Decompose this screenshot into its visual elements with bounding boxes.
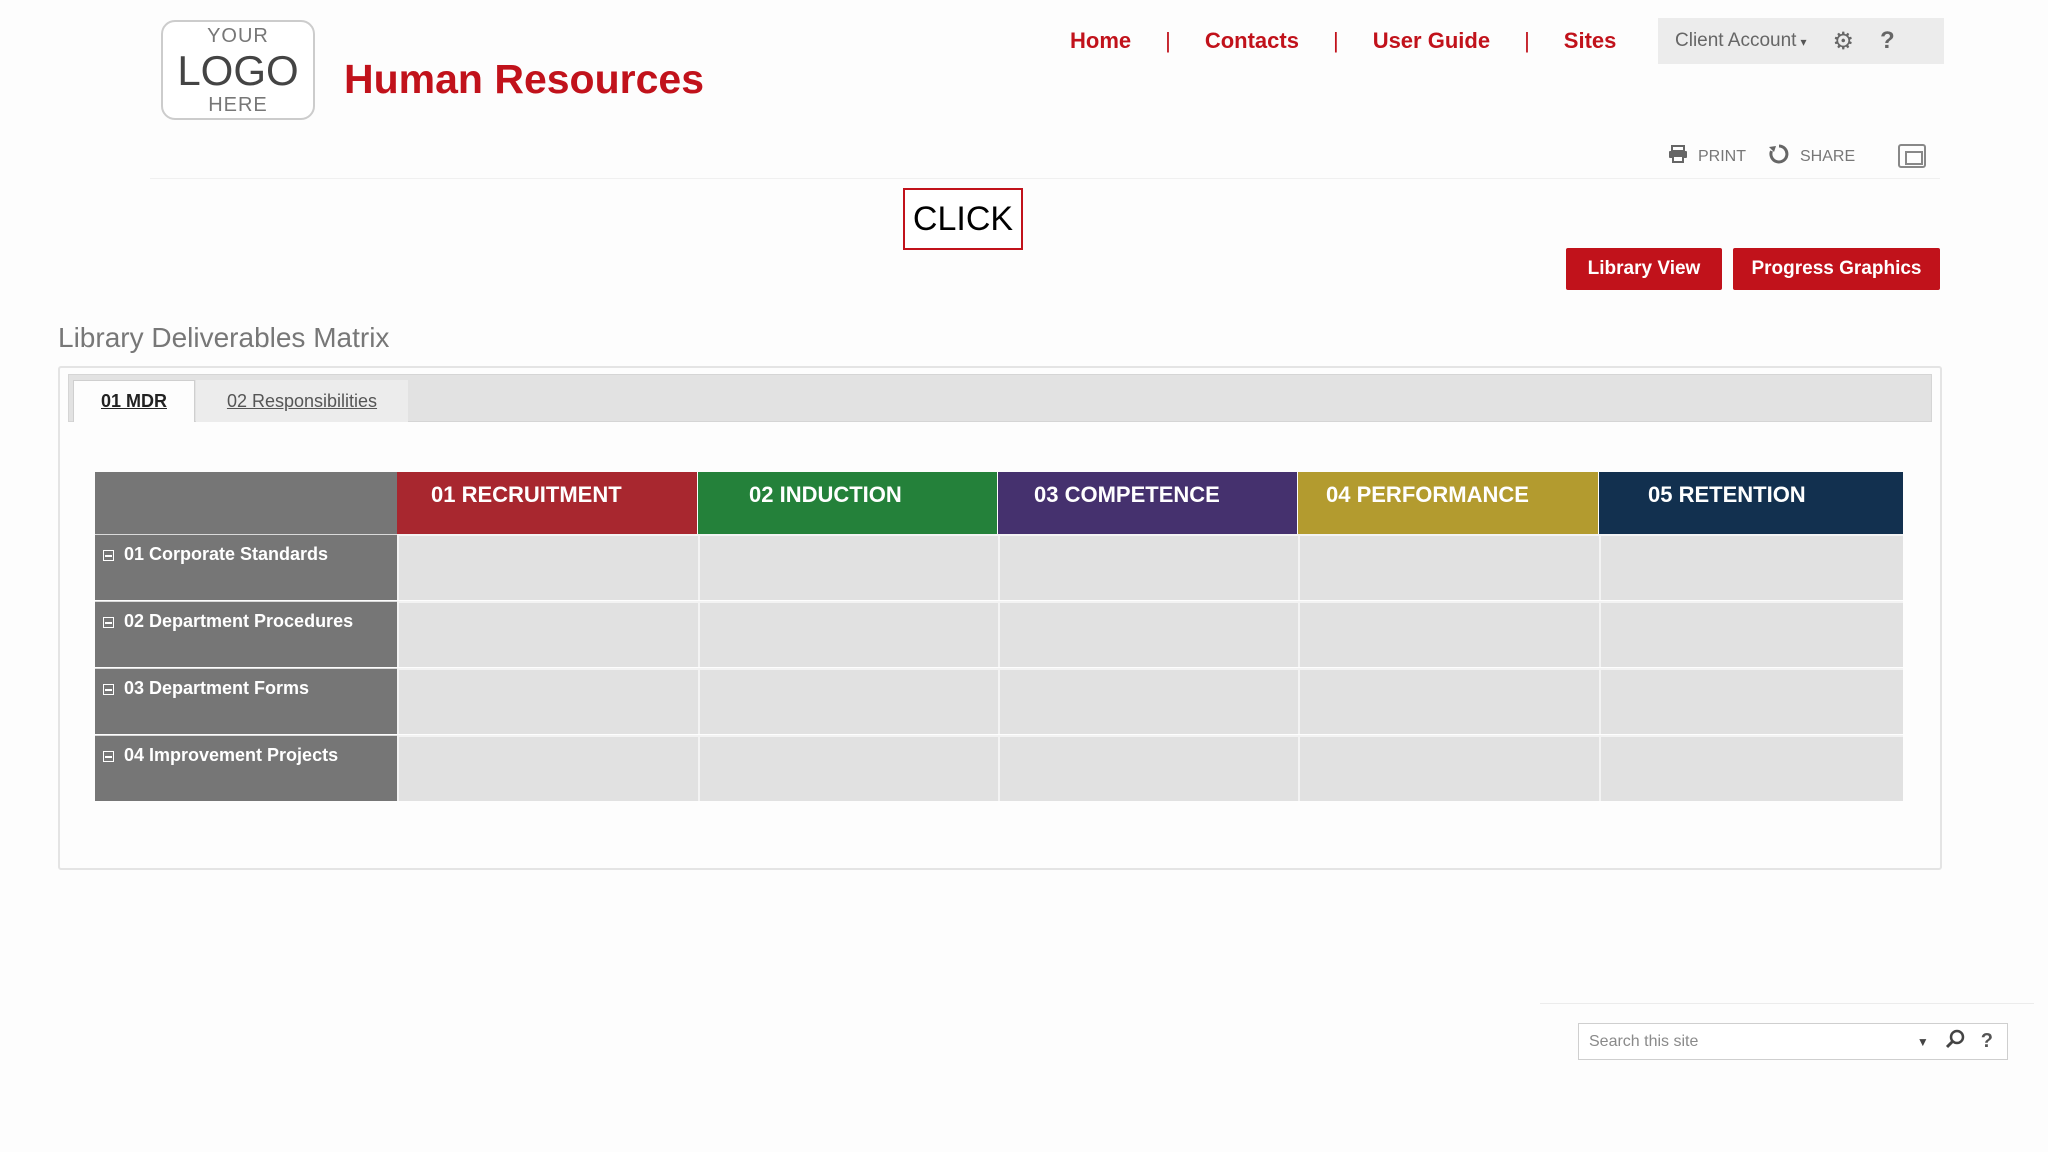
nav-home-link[interactable]: Home [1070,28,1131,54]
row-label: 03 Department Forms [124,678,310,698]
matrix-cell[interactable] [397,534,698,600]
matrix-cell[interactable] [1599,735,1903,801]
matrix-cell[interactable] [1298,668,1599,734]
progress-graphics-button[interactable]: Progress Graphics [1733,248,1940,290]
printer-icon [1668,145,1688,169]
site-logo[interactable]: YOUR LOGO HERE [161,20,315,120]
help-icon[interactable]: ? [1880,27,1895,55]
matrix-cell[interactable] [1298,601,1599,667]
column-header-competence[interactable]: 03 COMPETENCE [998,472,1297,534]
collapse-icon[interactable] [103,684,114,695]
focus-mode-icon[interactable] [1898,144,1926,168]
print-button[interactable]: PRINT [1668,145,1746,169]
top-navigation: Home | Contacts | User Guide | Sites [1070,26,1616,56]
nav-contacts-link[interactable]: Contacts [1205,28,1299,54]
tab-02-responsibilities[interactable]: 02 Responsibilities [196,380,408,422]
print-label: PRINT [1698,148,1746,165]
search-icon[interactable] [1945,1029,1965,1055]
matrix-cell[interactable] [998,668,1298,734]
share-icon [1768,143,1790,171]
column-header-recruitment[interactable]: 01 RECRUITMENT [397,472,697,534]
nav-separator: | [1332,28,1339,53]
matrix-cell[interactable] [397,668,698,734]
site-title: Human Resources [344,56,705,102]
column-header-induction[interactable]: 02 INDUCTION [698,472,997,534]
matrix-cell[interactable] [1298,735,1599,801]
matrix-corner-cell [95,472,397,534]
search-scope-dropdown-icon[interactable]: ▼ [1917,1035,1929,1049]
matrix-cell[interactable] [397,735,698,801]
matrix-body [397,534,1903,802]
share-button[interactable]: SHARE [1768,143,1856,171]
nav-user-guide-link[interactable]: User Guide [1373,28,1490,54]
search-input[interactable] [1587,1031,1891,1052]
search-help-icon[interactable]: ? [1981,1030,1993,1053]
collapse-icon[interactable] [103,751,114,762]
logo-line-2: LOGO [177,46,299,94]
gear-icon[interactable]: ⚙ [1833,27,1855,56]
client-account-menu[interactable]: Client Account ▾ [1675,30,1807,52]
row-header-department-procedures[interactable]: 02 Department Procedures [95,601,397,667]
chevron-down-icon: ▾ [1800,35,1807,49]
matrix-cell[interactable] [998,601,1298,667]
click-callout: CLICK [903,188,1023,250]
logo-line-1: YOUR [207,24,269,47]
share-label: SHARE [1800,148,1856,165]
column-header-retention[interactable]: 05 RETENTION [1599,472,1903,534]
deliverables-matrix: 01 RECRUITMENT 02 INDUCTION 03 COMPETENC… [95,472,1903,803]
row-label: 01 Corporate Standards [124,544,329,564]
header-divider [150,178,1940,179]
matrix-cell[interactable] [1298,534,1599,600]
matrix-cell[interactable] [698,668,998,734]
site-search-box: ▼ ? [1578,1023,2008,1060]
library-view-button[interactable]: Library View [1566,248,1722,290]
collapse-icon[interactable] [103,550,114,561]
row-header-improvement-projects[interactable]: 04 Improvement Projects [95,735,397,801]
matrix-cell[interactable] [1599,668,1903,734]
matrix-cell[interactable] [698,735,998,801]
footer-divider [1540,1003,2034,1004]
column-header-performance[interactable]: 04 PERFORMANCE [1298,472,1598,534]
matrix-cell[interactable] [698,534,998,600]
client-account-label: Client Account [1675,30,1797,51]
nav-separator: | [1524,28,1530,53]
nav-sites-link[interactable]: Sites [1564,28,1617,54]
nav-separator: | [1165,28,1171,53]
matrix-cell[interactable] [1599,601,1903,667]
matrix-cell[interactable] [397,601,698,667]
logo-line-3: HERE [208,93,268,116]
matrix-cell[interactable] [1599,534,1903,600]
collapse-icon[interactable] [103,617,114,628]
row-header-corporate-standards[interactable]: 01 Corporate Standards [95,534,397,600]
matrix-cell[interactable] [998,735,1298,801]
row-label: 02 Department Procedures [124,611,354,631]
row-header-department-forms[interactable]: 03 Department Forms [95,668,397,734]
account-bar: Client Account ▾ ⚙ ? [1658,18,1944,64]
row-label: 04 Improvement Projects [124,745,339,765]
page-title: Library Deliverables Matrix [58,322,390,353]
tab-01-mdr[interactable]: 01 MDR [73,380,195,422]
matrix-cell[interactable] [698,601,998,667]
matrix-cell[interactable] [998,534,1298,600]
